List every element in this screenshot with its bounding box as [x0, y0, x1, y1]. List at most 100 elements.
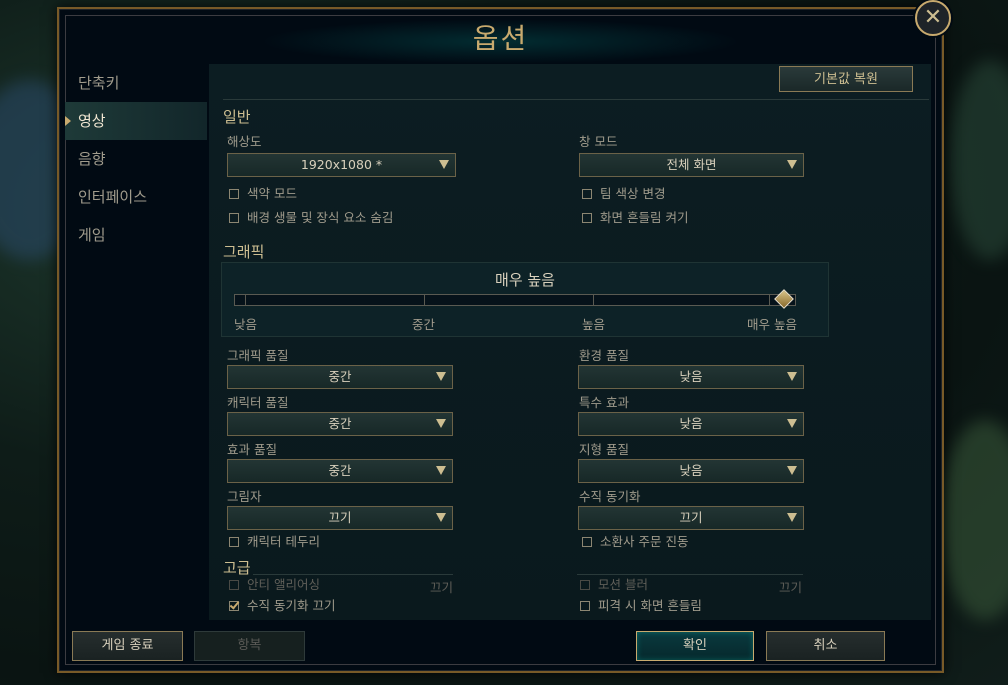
background-foliage [940, 420, 1008, 620]
character-quality-dropdown[interactable]: 중간 [227, 412, 453, 436]
hide-eye-candy-checkbox[interactable]: 배경 생물 및 장식 요소 숨김 [229, 210, 393, 226]
dropdown-value: 낮음 [679, 416, 703, 431]
checkbox-box[interactable] [229, 213, 239, 223]
dialog-title: 옵션 [472, 22, 529, 55]
vsync-dropdown[interactable]: 끄기 [578, 506, 804, 530]
sidebar-item-game[interactable]: 게임 [65, 216, 207, 254]
sidebar-item-video[interactable]: 영상 [65, 102, 207, 140]
hit-shake-checkbox[interactable]: 피격 시 화면 흔들림 [580, 598, 702, 614]
graphics-preset-value: 매우 높음 [495, 271, 555, 289]
checkbox-label: 모션 블러 [598, 577, 648, 592]
resolution-value: 1920x1080 * [300, 157, 383, 172]
checkbox-box[interactable] [582, 213, 592, 223]
chevron-down-icon [436, 419, 446, 428]
resolution-label: 해상도 [227, 134, 262, 149]
environment-quality-dropdown[interactable]: 낮음 [578, 365, 804, 389]
surrender-button[interactable]: 항복 [194, 631, 305, 661]
vsync-label: 수직 동기화 [579, 489, 641, 504]
tick-label-high: 높음 [582, 317, 606, 332]
window-mode-label: 창 모드 [579, 134, 618, 149]
background-foliage [950, 60, 1008, 260]
checkbox-box[interactable] [229, 580, 239, 590]
colorblind-checkbox[interactable]: 색약 모드 [229, 186, 297, 202]
cancel-button[interactable]: 취소 [766, 631, 885, 661]
chevron-down-icon [787, 466, 797, 475]
checkbox-box[interactable] [580, 580, 590, 590]
effect-quality-label: 효과 품질 [227, 442, 277, 457]
sidebar-item-sound[interactable]: 음향 [65, 140, 207, 178]
checkbox-label: 배경 생물 및 장식 요소 숨김 [247, 210, 394, 225]
dropdown-value: 끄기 [328, 510, 352, 525]
shadow-label: 그림자 [227, 489, 262, 504]
window-mode-value: 전체 화면 [666, 157, 717, 172]
screen-shake-checkbox[interactable]: 화면 흔들림 켜기 [582, 210, 688, 226]
checkbox-box[interactable] [580, 601, 590, 611]
environment-quality-label: 환경 품질 [579, 348, 629, 363]
settings-panel: 기본값 복원 일반 해상도 1920x1080 * 창 모드 전체 화면 색약 … [209, 64, 931, 620]
checkbox-label: 화면 흔들림 켜기 [600, 210, 689, 225]
dropdown-value: 중간 [328, 369, 352, 384]
chevron-down-icon [436, 513, 446, 522]
summoner-vibrate-checkbox[interactable]: 소환사 주문 진동 [582, 534, 688, 550]
slider-tick [769, 295, 770, 305]
checkbox-box[interactable] [582, 189, 592, 199]
chevron-down-icon [787, 419, 797, 428]
graphics-preset-panel: 매우 높음 낮음 중간 높음 매우 높음 [221, 262, 829, 337]
close-icon: ✕ [923, 5, 943, 30]
sidebar: 단축키 영상 음향 인터페이스 게임 [65, 64, 207, 254]
section-divider [577, 574, 803, 575]
chevron-down-icon [787, 513, 797, 522]
sidebar-item-label: 영상 [78, 112, 106, 130]
effects-dropdown[interactable]: 낮음 [578, 412, 804, 436]
terrain-quality-label: 지형 품질 [579, 442, 629, 457]
team-color-checkbox[interactable]: 팀 색상 변경 [582, 186, 665, 202]
slider-tick [593, 295, 594, 305]
checkbox-label: 수직 동기화 끄기 [247, 598, 336, 613]
terrain-quality-dropdown[interactable]: 낮음 [578, 459, 804, 483]
sidebar-item-interface[interactable]: 인터페이스 [65, 178, 207, 216]
tick-label-medium: 중간 [412, 317, 436, 332]
close-button[interactable]: ✕ [915, 0, 951, 36]
effect-quality-dropdown[interactable]: 중간 [227, 459, 453, 483]
section-title-general: 일반 [223, 108, 251, 126]
antialias-checkbox[interactable]: 안티 앨리어싱 [229, 577, 320, 593]
motion-blur-checkbox[interactable]: 모션 블러 [580, 577, 648, 593]
exit-game-button[interactable]: 게임 종료 [72, 631, 183, 661]
sidebar-item-label: 게임 [78, 226, 106, 244]
effects-label: 특수 효과 [579, 395, 629, 410]
vsync-off-checkbox[interactable]: 수직 동기화 끄기 [229, 598, 335, 614]
character-quality-label: 캐릭터 품질 [227, 395, 289, 410]
checkbox-box-checked[interactable] [229, 601, 239, 611]
window-mode-dropdown[interactable]: 전체 화면 [579, 153, 804, 177]
section-title-advanced: 고급 [223, 559, 251, 577]
reset-defaults-button[interactable]: 기본값 복원 [779, 66, 913, 92]
dropdown-value: 낮음 [679, 463, 703, 478]
graphics-preset-slider[interactable] [234, 294, 796, 306]
dropdown-value: 중간 [328, 416, 352, 431]
character-outline-checkbox[interactable]: 캐릭터 테두리 [229, 534, 320, 550]
sidebar-item-label: 단축키 [78, 74, 120, 92]
checkbox-box[interactable] [229, 537, 239, 547]
checkbox-box[interactable] [229, 189, 239, 199]
checkbox-label: 팀 색상 변경 [600, 186, 666, 201]
graphics-quality-label: 그래픽 품질 [227, 348, 289, 363]
sidebar-item-label: 인터페이스 [78, 188, 148, 206]
shadow-dropdown[interactable]: 끄기 [227, 506, 453, 530]
sidebar-item-hotkeys[interactable]: 단축키 [65, 64, 207, 102]
chevron-down-icon [787, 372, 797, 381]
checkbox-label: 소환사 주문 진동 [600, 534, 689, 549]
confirm-button[interactable]: 확인 [636, 631, 754, 661]
sidebar-item-label: 음향 [78, 150, 106, 168]
checkbox-box[interactable] [582, 537, 592, 547]
checkbox-label: 색약 모드 [247, 186, 297, 201]
checkbox-label: 캐릭터 테두리 [247, 534, 320, 549]
section-divider [223, 99, 929, 100]
resolution-dropdown[interactable]: 1920x1080 * [227, 153, 456, 177]
chevron-down-icon [436, 372, 446, 381]
section-divider [253, 574, 453, 575]
antialias-value: 끄기 [430, 580, 454, 595]
tick-label-low: 낮음 [234, 317, 258, 332]
dropdown-value: 중간 [328, 463, 352, 478]
graphics-quality-dropdown[interactable]: 중간 [227, 365, 453, 389]
checkbox-label: 안티 앨리어싱 [247, 577, 320, 592]
